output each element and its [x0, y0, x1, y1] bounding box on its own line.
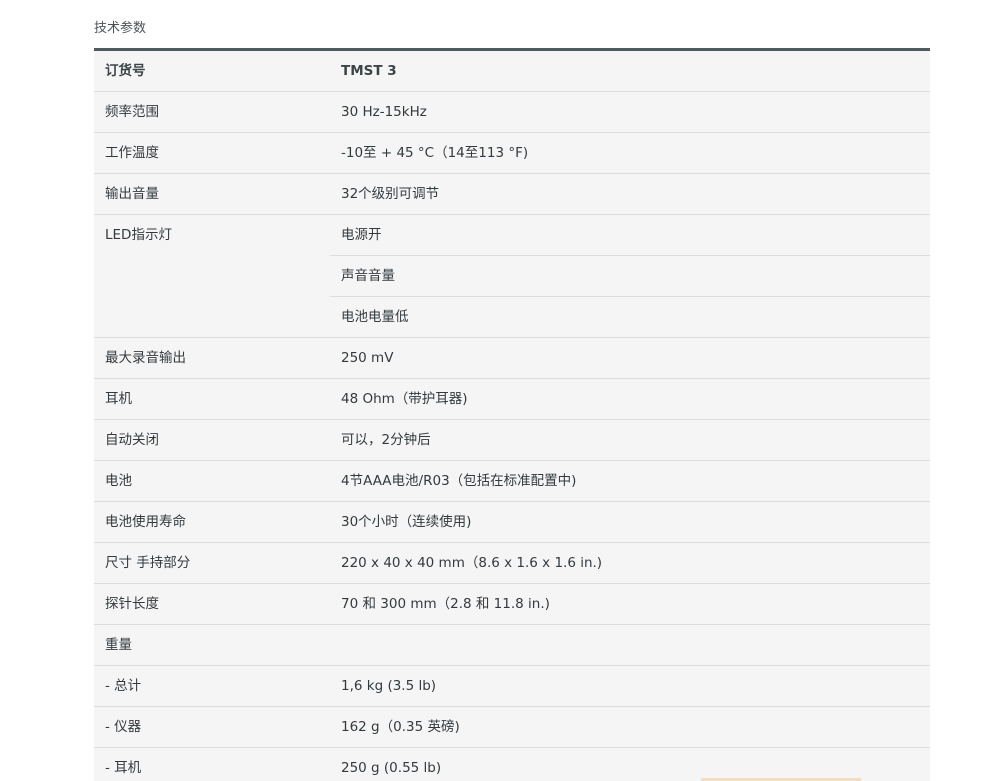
table-row: 耳机 48 Ohm（带护耳器)	[94, 378, 930, 420]
row-label: 最大录音输出	[94, 337, 330, 379]
section-title: 技术参数	[94, 21, 147, 36]
row-label: 耳机	[94, 378, 330, 420]
row-label: - 总计	[94, 665, 330, 707]
led-values: 电源开 声音音量 电池电量低	[330, 214, 930, 338]
table-row: 输出音量 32个级别可调节	[94, 173, 930, 215]
led-value: 电源开	[330, 215, 930, 256]
table-row: 重量	[94, 624, 930, 666]
row-label: LED指示灯	[94, 214, 330, 338]
row-label: 尺寸 手持部分	[94, 542, 330, 584]
row-value: 30 Hz-15kHz	[330, 91, 930, 133]
row-value: 162 g（0.35 英磅)	[330, 706, 930, 748]
table-row: 探针长度 70 和 300 mm（2.8 和 11.8 in.)	[94, 583, 930, 625]
row-value: 70 和 300 mm（2.8 和 11.8 in.)	[330, 583, 930, 625]
row-value: 30个小时（连续使用)	[330, 501, 930, 543]
row-label: 电池使用寿命	[94, 501, 330, 543]
table-row: - 仪器 162 g（0.35 英磅)	[94, 706, 930, 748]
row-value: 250 mV	[330, 337, 930, 379]
row-value: 250 g (0.55 lb)	[330, 747, 930, 781]
table-row: 频率范围 30 Hz-15kHz	[94, 91, 930, 133]
spec-page: 技术参数 订货号 TMST 3 频率范围 30 Hz-15kHz 工作温度 -1…	[0, 0, 1004, 781]
row-value: 可以，2分钟后	[330, 419, 930, 461]
table-row: - 总计 1,6 kg (3.5 lb)	[94, 665, 930, 707]
row-label: 探针长度	[94, 583, 330, 625]
row-value: 48 Ohm（带护耳器)	[330, 378, 930, 420]
row-label: - 耳机	[94, 747, 330, 781]
table-row: 尺寸 手持部分 220 x 40 x 40 mm（8.6 x 1.6 x 1.6…	[94, 542, 930, 584]
table-row: 自动关闭 可以，2分钟后	[94, 419, 930, 461]
led-value: 声音音量	[330, 256, 930, 297]
row-value: -10至 + 45 °C（14至113 °F)	[330, 132, 930, 174]
row-value	[330, 624, 930, 666]
row-value: 32个级别可调节	[330, 173, 930, 215]
row-label: 重量	[94, 624, 330, 666]
row-value: 220 x 40 x 40 mm（8.6 x 1.6 x 1.6 in.)	[330, 542, 930, 584]
table-row-led: LED指示灯 电源开 声音音量 电池电量低	[94, 214, 930, 338]
row-label: 自动关闭	[94, 419, 330, 461]
header-value: TMST 3	[330, 49, 930, 92]
table-row: - 耳机 250 g (0.55 lb)	[94, 747, 930, 781]
header-label: 订货号	[94, 49, 330, 92]
table-row: 电池 4节AAA电池/R03（包括在标准配置中)	[94, 460, 930, 502]
table-row: 最大录音输出 250 mV	[94, 337, 930, 379]
table-row: 电池使用寿命 30个小时（连续使用)	[94, 501, 930, 543]
table-header-row: 订货号 TMST 3	[94, 49, 930, 92]
row-label: 输出音量	[94, 173, 330, 215]
row-label: 频率范围	[94, 91, 330, 133]
row-value: 1,6 kg (3.5 lb)	[330, 665, 930, 707]
row-label: 工作温度	[94, 132, 330, 174]
row-label: - 仪器	[94, 706, 330, 748]
row-label: 电池	[94, 460, 330, 502]
spec-table: 订货号 TMST 3 频率范围 30 Hz-15kHz 工作温度 -10至 + …	[94, 48, 930, 781]
led-value: 电池电量低	[341, 309, 409, 325]
table-row: 工作温度 -10至 + 45 °C（14至113 °F)	[94, 132, 930, 174]
row-value: 4节AAA电池/R03（包括在标准配置中)	[330, 460, 930, 502]
